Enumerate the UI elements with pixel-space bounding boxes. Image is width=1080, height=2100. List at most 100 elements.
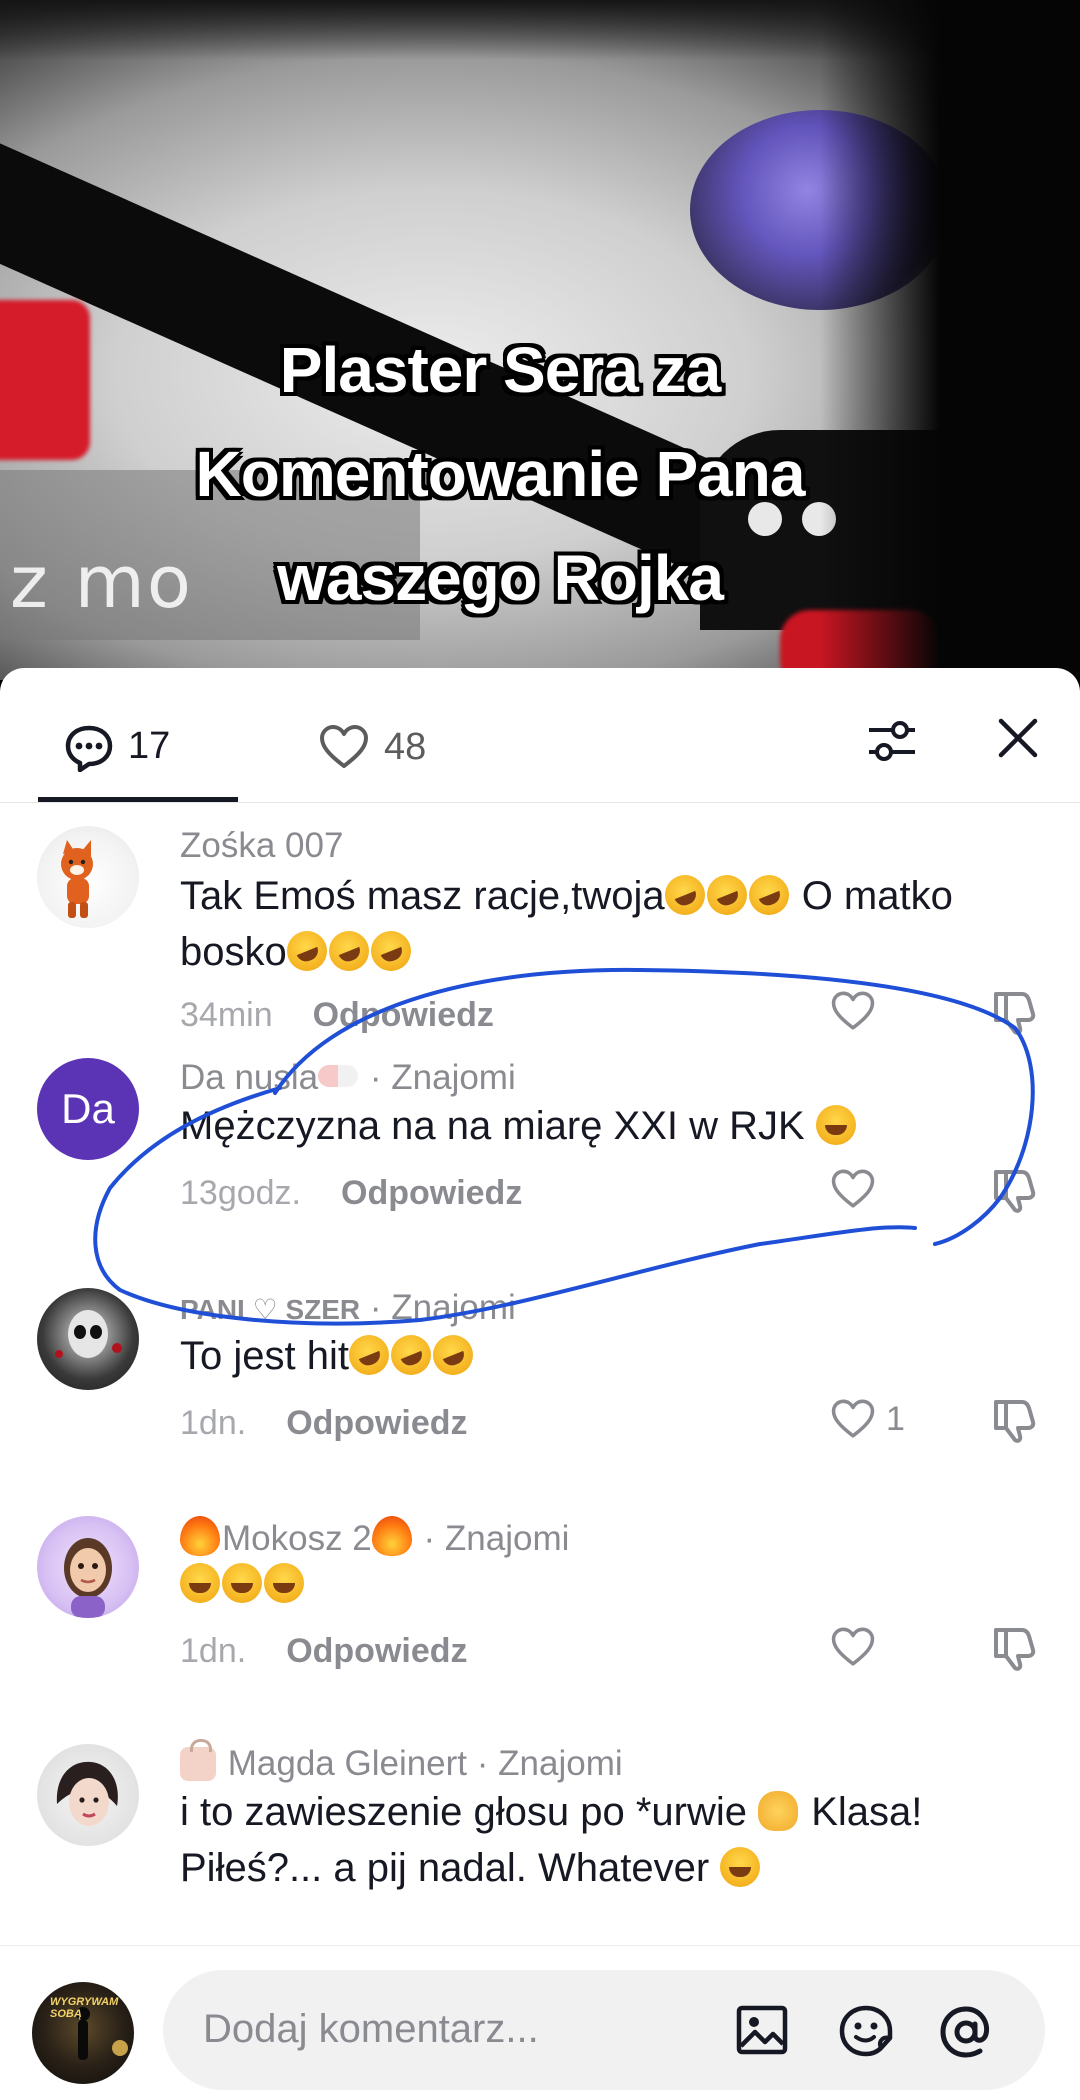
rofl-emoji-icon bbox=[342, 1328, 396, 1382]
comment-meta: 1dn. Odpowiedz bbox=[180, 1632, 468, 1671]
fire-emoji-icon bbox=[371, 1516, 412, 1556]
dislike-button[interactable] bbox=[990, 1624, 1038, 1672]
avatar[interactable] bbox=[37, 826, 139, 928]
reply-button[interactable]: Odpowiedz bbox=[313, 996, 494, 1035]
caption-line-2: Komentowanie Pana bbox=[195, 438, 806, 510]
filter-sliders-icon[interactable] bbox=[866, 716, 918, 766]
author-name[interactable]: PANI ♡ SZER bbox=[180, 1294, 360, 1325]
comment-text-line: Mężczyzna na na miarę XXI w RJK bbox=[180, 1104, 805, 1148]
comment-author[interactable]: Zośka 007 bbox=[180, 826, 343, 866]
likes-count: 48 bbox=[384, 726, 427, 768]
comment-text-line: To jest hit bbox=[180, 1334, 349, 1378]
comments-header: 17 48 bbox=[0, 668, 1080, 803]
joy-emoji-icon bbox=[180, 1563, 220, 1603]
video-caption: Plaster Sera za Komentowanie Pana waszeg… bbox=[0, 318, 1000, 630]
thumbs-down-icon bbox=[990, 1624, 1038, 1672]
author-name[interactable]: Zośka 007 bbox=[180, 826, 343, 865]
dislike-button[interactable] bbox=[990, 988, 1038, 1036]
avatar-initials: Da bbox=[61, 1085, 115, 1132]
mention-icon[interactable] bbox=[938, 2004, 994, 2060]
image-icon[interactable] bbox=[735, 2004, 789, 2056]
thumbs-down-icon bbox=[990, 988, 1038, 1036]
like-button[interactable] bbox=[830, 990, 876, 1032]
like-button[interactable] bbox=[830, 1626, 876, 1668]
comment-input[interactable]: Dodaj komentarz... bbox=[163, 1970, 1045, 2090]
rofl-emoji-icon bbox=[742, 868, 795, 922]
author-name[interactable]: Magda Gleinert bbox=[228, 1744, 467, 1783]
friend-tag: · Znajomi bbox=[476, 1744, 623, 1783]
my-avatar-logo-text: WYGRYWAM SOBĄ bbox=[50, 1996, 119, 2020]
dislike-button[interactable] bbox=[990, 1166, 1038, 1214]
joy-emoji-icon bbox=[264, 1563, 304, 1603]
comment-text: Tak Emoś masz racje,twoja O matko bosko bbox=[180, 868, 1050, 980]
comments-sheet: 17 48 Zośka 007 Tak Emoś masz racje,twoj… bbox=[0, 668, 1080, 2100]
thumbs-down-icon bbox=[990, 1396, 1038, 1444]
avatar[interactable] bbox=[37, 1288, 139, 1390]
comment-text: To jest hit bbox=[180, 1328, 1050, 1384]
thumbs-down-icon bbox=[990, 1166, 1038, 1214]
heart-outline-icon bbox=[830, 1168, 876, 1210]
rofl-emoji-icon bbox=[280, 924, 333, 978]
comment-text: i to zawieszenie głosu po *urwie Klasa! … bbox=[180, 1784, 1050, 1896]
comment-bubble-icon bbox=[64, 724, 114, 772]
comment-meta: 1dn. Odpowiedz bbox=[180, 1404, 468, 1443]
heart-outline-icon bbox=[830, 1626, 876, 1668]
like-count: 1 bbox=[886, 1399, 905, 1438]
like-button[interactable] bbox=[830, 1168, 876, 1210]
dislike-button[interactable] bbox=[990, 1396, 1038, 1444]
close-icon[interactable] bbox=[996, 716, 1040, 760]
comment-text-line: O matko bbox=[790, 874, 953, 918]
caption-line-3: waszego Rojka bbox=[277, 542, 724, 614]
like-button[interactable]: 1 bbox=[830, 1398, 905, 1440]
heart-outline-icon bbox=[830, 1398, 876, 1440]
comment-author[interactable]: PANI ♡ SZER · Znajomi bbox=[180, 1288, 516, 1328]
avatar[interactable] bbox=[37, 1744, 139, 1846]
avatar[interactable] bbox=[37, 1516, 139, 1618]
comment-meta: 34min Odpowiedz bbox=[180, 996, 494, 1035]
friend-tag: · Znajomi bbox=[369, 1058, 516, 1097]
comment-author[interactable]: Mokosz 2 · Znajomi bbox=[180, 1516, 569, 1559]
comment-text-line: Tak Emoś masz racje,twoja bbox=[180, 874, 665, 918]
reply-button[interactable]: Odpowiedz bbox=[286, 1632, 467, 1671]
comment-time: 1dn. bbox=[180, 1632, 247, 1670]
comment-time: 13godz. bbox=[180, 1174, 301, 1212]
rofl-emoji-icon bbox=[658, 868, 711, 922]
comment-input-bar: WYGRYWAM SOBĄ Dodaj komentarz... bbox=[0, 1945, 1080, 2100]
pill-emoji-icon bbox=[318, 1065, 359, 1087]
comments-count: 17 bbox=[128, 725, 171, 767]
rofl-emoji-icon bbox=[322, 924, 375, 978]
fire-emoji-icon bbox=[180, 1516, 220, 1556]
comment-meta: 13godz. Odpowiedz bbox=[180, 1174, 522, 1213]
reply-button[interactable]: Odpowiedz bbox=[341, 1174, 522, 1213]
ok-hand-emoji-icon bbox=[758, 1791, 799, 1831]
rofl-emoji-icon bbox=[364, 924, 417, 978]
caption-line-1: Plaster Sera za bbox=[279, 334, 721, 406]
comment-author[interactable]: Magda Gleinert · Znajomi bbox=[180, 1739, 623, 1784]
hugging-emoji-icon bbox=[720, 1847, 761, 1887]
comment-time: 34min bbox=[180, 996, 273, 1034]
comment-input-placeholder: Dodaj komentarz... bbox=[203, 2007, 539, 2051]
author-name[interactable]: Da nusia bbox=[180, 1058, 318, 1097]
tab-likes[interactable]: 48 bbox=[318, 724, 426, 770]
author-name[interactable]: Mokosz 2 bbox=[222, 1519, 372, 1558]
my-avatar[interactable]: WYGRYWAM SOBĄ bbox=[32, 1982, 134, 2084]
avatar[interactable]: Da bbox=[37, 1058, 139, 1160]
joy-emoji-icon bbox=[222, 1563, 262, 1603]
friend-tag: · Znajomi bbox=[369, 1288, 516, 1327]
comment-text-line: Klasa! bbox=[800, 1790, 923, 1834]
comment-text-line: bosko bbox=[180, 930, 287, 974]
comment-time: 1dn. bbox=[180, 1404, 247, 1442]
handbag-emoji-icon bbox=[180, 1739, 216, 1781]
comment-text: Mężczyzna na na miarę XXI w RJK bbox=[180, 1098, 1050, 1154]
comment-text-line: Piłeś?... a pij nadal. Whatever bbox=[180, 1846, 710, 1890]
reply-button[interactable]: Odpowiedz bbox=[286, 1404, 467, 1443]
tab-comments[interactable]: 17 bbox=[38, 704, 238, 802]
comment-text bbox=[180, 1556, 1050, 1612]
rofl-emoji-icon bbox=[700, 868, 753, 922]
emoji-icon[interactable] bbox=[838, 2004, 894, 2058]
active-tab-indicator bbox=[38, 797, 238, 802]
heart-outline-icon bbox=[318, 724, 370, 770]
comment-author[interactable]: Da nusia · Znajomi bbox=[180, 1058, 516, 1098]
heart-outline-icon bbox=[830, 990, 876, 1032]
rofl-emoji-icon bbox=[384, 1328, 438, 1382]
